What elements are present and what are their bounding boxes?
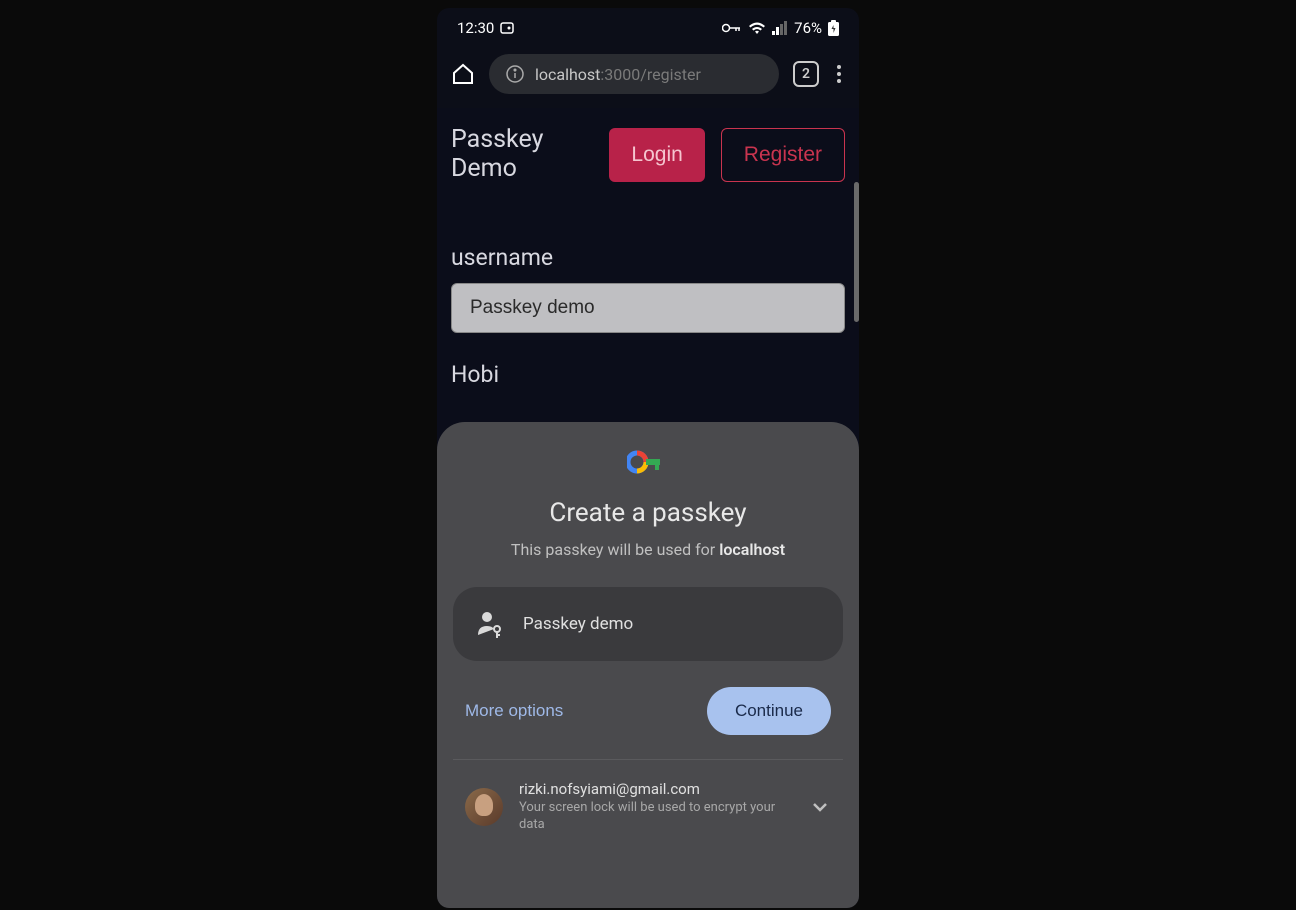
- url-bar[interactable]: localhost:3000/register: [489, 54, 779, 94]
- info-icon: [505, 64, 525, 84]
- browser-bar: localhost:3000/register 2: [437, 48, 859, 108]
- sheet-subtitle: This passkey will be used for localhost: [453, 540, 843, 559]
- more-options-button[interactable]: More options: [465, 701, 563, 721]
- battery-icon: [828, 20, 839, 36]
- passkey-identity-name: Passkey demo: [523, 614, 633, 634]
- signal-icon: [772, 21, 788, 35]
- app-header: Passkey Demo Login Register: [451, 122, 845, 202]
- google-passkey-logo: [453, 450, 843, 474]
- account-description: Your screen lock will be used to encrypt…: [519, 800, 793, 834]
- register-button[interactable]: Register: [721, 128, 845, 182]
- login-button[interactable]: Login: [609, 128, 704, 182]
- tab-count-button[interactable]: 2: [793, 61, 819, 87]
- battery-percent: 76%: [794, 19, 822, 37]
- wifi-icon: [748, 21, 766, 35]
- status-bar: 12:30 76%: [437, 8, 859, 48]
- menu-dots-icon[interactable]: [833, 61, 845, 87]
- account-selector[interactable]: rizki.nofsyiami@gmail.com Your screen lo…: [453, 760, 843, 834]
- username-label: username: [451, 244, 845, 271]
- camera-cutout-icon: [500, 21, 514, 35]
- sheet-title: Create a passkey: [453, 498, 843, 528]
- chevron-down-icon: [809, 796, 831, 818]
- username-input[interactable]: [451, 283, 845, 333]
- account-email: rizki.nofsyiami@gmail.com: [519, 780, 793, 798]
- person-key-icon: [475, 609, 505, 639]
- app-title: Passkey Demo: [451, 126, 599, 184]
- status-time: 12:30: [457, 19, 494, 37]
- avatar: [465, 788, 503, 826]
- scroll-indicator[interactable]: [854, 182, 859, 322]
- passkey-identity-card[interactable]: Passkey demo: [453, 587, 843, 661]
- continue-button[interactable]: Continue: [707, 687, 831, 735]
- phone-frame: 12:30 76% localhost:3000/register 2 Pass…: [437, 8, 859, 908]
- url-text: localhost:3000/register: [535, 65, 701, 84]
- passkey-bottom-sheet: Create a passkey This passkey will be us…: [437, 422, 859, 908]
- vpn-key-icon: [722, 22, 742, 34]
- home-icon[interactable]: [451, 62, 475, 86]
- hobi-label: Hobi: [451, 361, 845, 388]
